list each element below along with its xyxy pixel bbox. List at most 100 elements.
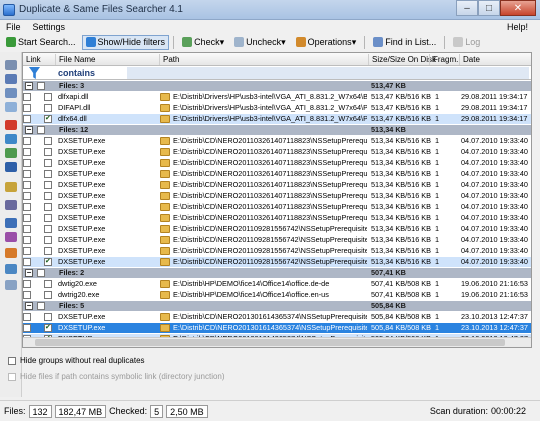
hide-groups-checkbox[interactable] (8, 356, 16, 365)
file-row[interactable]: DXSETUP.exe E:\Distrib\CD\NERO20110326140… (23, 202, 531, 212)
file-row[interactable]: DXSETUP.exe E:\Distrib\CD\NERO20110928155… (23, 224, 531, 234)
file-row[interactable]: DXSETUP.exe E:\Distrib\CD\NERO20130161436… (23, 312, 531, 322)
file-checkbox[interactable] (44, 148, 52, 156)
hide-symbolic-checkbox[interactable] (8, 372, 16, 381)
collapse-icon[interactable] (5, 88, 17, 98)
file-checkbox[interactable] (44, 114, 52, 124)
filter-list-icon[interactable] (5, 248, 17, 258)
col-date[interactable]: Date (459, 54, 480, 65)
move-icon[interactable] (5, 134, 17, 144)
file-row[interactable]: DXSETUP.exe E:\Distrib\CD\NERO20110326140… (23, 169, 531, 179)
file-size: 505,84 KB/508 KB (371, 312, 431, 321)
file-path: E:\Distrib\CD\NERO201301614365374\NSSetu… (173, 312, 367, 321)
file-checkbox[interactable] (44, 159, 52, 167)
log-button[interactable]: Log (449, 35, 484, 50)
file-fragm: 1 (435, 103, 440, 112)
menu-settings[interactable]: Settings (27, 22, 72, 32)
scrollbar-thumb[interactable] (35, 339, 505, 346)
file-checkbox[interactable] (44, 170, 52, 178)
link-icon[interactable] (5, 148, 17, 158)
file-row[interactable]: DXSETUP.exe E:\Distrib\CD\NERO20110928155… (23, 246, 531, 256)
log-icon (453, 37, 464, 47)
filter-input[interactable] (127, 67, 529, 79)
delete-icon[interactable] (5, 120, 17, 130)
file-row[interactable]: DIFAPI.dll E:\Distrib\Drivers\HP\usb3-int… (23, 103, 531, 113)
show-hide-filters-button[interactable]: Show/Hide filters (81, 34, 170, 50)
option-hide-groups[interactable]: Hide groups without real duplicates (8, 356, 145, 365)
file-checkbox[interactable] (44, 313, 52, 321)
file-row[interactable]: DXSETUP.exe E:\Distrib\CD\NERO20110326140… (23, 180, 531, 190)
horizontal-scrollbar[interactable] (23, 337, 531, 347)
file-checkbox[interactable] (44, 247, 52, 255)
col-file-name[interactable]: File Name (55, 54, 95, 65)
file-checkbox[interactable] (44, 225, 52, 233)
copy-icon[interactable] (5, 60, 17, 70)
folder-icon (160, 93, 170, 101)
rename-icon[interactable] (5, 182, 17, 192)
operations-button[interactable]: Operations ▾ (292, 35, 361, 50)
check-icon (182, 37, 193, 47)
zip-icon[interactable] (5, 200, 17, 210)
file-checkbox[interactable] (44, 280, 52, 288)
group-checkbox[interactable] (37, 269, 45, 277)
report-icon[interactable] (5, 232, 17, 242)
uncheck-button[interactable]: Uncheck ▾ (230, 35, 290, 50)
group-row[interactable]: − Files: 12 513,34 KB (23, 125, 531, 135)
expand-icon[interactable] (5, 102, 17, 112)
file-row[interactable]: dlfx64.dll E:\Distrib\Drivers\HP\usb3-int… (23, 114, 531, 124)
file-checkbox[interactable] (44, 137, 52, 145)
file-checkbox[interactable] (44, 214, 52, 222)
group-checkbox[interactable] (37, 82, 45, 90)
file-fragm: 1 (435, 136, 440, 145)
group-row[interactable]: − Files: 5 505,84 KB (23, 301, 531, 311)
file-checkbox[interactable] (44, 93, 52, 101)
option-hide-symbolic[interactable]: Hide files if path contains symbolic lin… (8, 372, 225, 381)
col-path[interactable]: Path (159, 54, 179, 65)
file-row[interactable]: DXSETUP.exe E:\Distrib\CD\NERO20110326140… (23, 136, 531, 146)
file-row[interactable]: DXSETUP.exe E:\Distrib\CD\NERO20110326140… (23, 213, 531, 223)
file-row[interactable]: DXSETUP.exe E:\Distrib\CD\NERO20110326140… (23, 158, 531, 168)
file-checkbox[interactable] (44, 291, 52, 299)
refresh-icon[interactable] (5, 280, 17, 290)
file-checkbox[interactable] (44, 236, 52, 244)
file-row[interactable]: DXSETUP.exe E:\Distrib\CD\NERO20110928155… (23, 235, 531, 245)
file-row[interactable]: DXSETUP.exe E:\Distrib\CD\NERO20130161436… (23, 323, 531, 333)
collapse-toggle[interactable]: − (25, 126, 33, 134)
file-checkbox[interactable] (44, 257, 52, 267)
properties-icon[interactable] (5, 264, 17, 274)
file-checkbox[interactable] (44, 323, 52, 333)
find-in-list-button[interactable]: Find in List... (369, 35, 440, 50)
group-row[interactable]: − Files: 2 507,41 KB (23, 268, 531, 278)
file-row[interactable]: DXSETUP.exe E:\Distrib\CD\NERO20110326140… (23, 191, 531, 201)
minimize-button[interactable]: – (456, 0, 478, 16)
hardlink-icon[interactable] (5, 162, 17, 172)
file-checkbox[interactable] (44, 181, 52, 189)
collapse-toggle[interactable]: − (25, 82, 33, 90)
file-row[interactable]: dwtig20.exe E:\Distrib\HP\DEMO\fice14\Off… (23, 279, 531, 289)
maximize-button[interactable]: □ (478, 0, 500, 16)
close-button[interactable]: ✕ (500, 0, 536, 16)
file-row[interactable]: DXSETUP.exe E:\Distrib\CD\NERO20110326140… (23, 147, 531, 157)
col-fragm[interactable]: Fragm. (429, 54, 458, 65)
folder-tree-icon[interactable] (5, 74, 17, 84)
menu-file[interactable]: File (0, 22, 27, 32)
col-size[interactable]: Size/Size On Disk (368, 54, 436, 65)
start-search-button[interactable]: Start Search... (2, 35, 80, 50)
group-checkbox[interactable] (37, 126, 45, 134)
collapse-toggle[interactable]: − (25, 269, 33, 277)
file-row[interactable]: DXSETUP.exe E:\Distrib\CD\NERO20110928155… (23, 257, 531, 267)
collapse-toggle[interactable]: − (25, 302, 33, 310)
file-checkbox[interactable] (44, 192, 52, 200)
file-row[interactable]: dwtrig20.exe E:\Distrib\HP\DEMO\fice14\Of… (23, 290, 531, 300)
export-icon[interactable] (5, 218, 17, 228)
file-checkbox[interactable] (44, 104, 52, 112)
files-count: 132 (28, 404, 52, 418)
file-checkbox[interactable] (44, 203, 52, 211)
group-checkbox[interactable] (37, 302, 45, 310)
file-row[interactable]: dlfxapi.dll E:\Distrib\Drivers\HP\usb3-in… (23, 92, 531, 102)
menu-help[interactable]: Help! (501, 22, 534, 32)
file-date: 19.06.2010 21:16:53 (461, 290, 528, 299)
check-button[interactable]: Check ▾ (178, 35, 228, 50)
col-link[interactable]: Link (23, 54, 41, 65)
group-row[interactable]: − Files: 3 513,47 KB (23, 81, 531, 91)
